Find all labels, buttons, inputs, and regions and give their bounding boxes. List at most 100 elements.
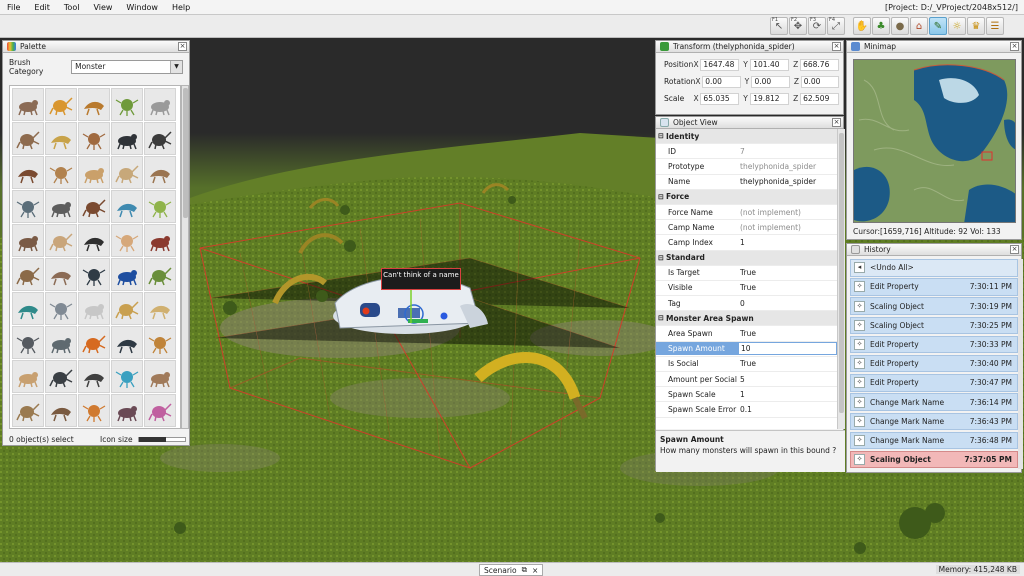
house-tool-button[interactable]: ⌂ xyxy=(910,17,928,35)
close-icon[interactable]: × xyxy=(178,42,187,51)
rotation-z-field[interactable]: 0.00 xyxy=(800,75,840,88)
brush-item[interactable] xyxy=(111,122,143,155)
brush-item[interactable] xyxy=(78,292,110,325)
brush-item[interactable] xyxy=(45,326,77,359)
brush-item[interactable] xyxy=(144,394,176,427)
property-value[interactable]: True xyxy=(738,268,837,277)
brush-item[interactable] xyxy=(12,88,44,121)
brush-tool-button[interactable]: ✎ xyxy=(929,17,947,35)
property-section[interactable]: ⊟ Monster Area Spawn xyxy=(656,311,837,327)
property-value[interactable]: thelyphonida_spider xyxy=(738,162,837,171)
property-value[interactable]: True xyxy=(738,329,837,338)
close-icon[interactable]: × xyxy=(1010,42,1019,51)
brush-item[interactable] xyxy=(111,394,143,427)
brush-item[interactable] xyxy=(12,122,44,155)
property-value[interactable]: 0.1 xyxy=(738,405,837,414)
property-row[interactable]: Prototype thelyphonida_spider xyxy=(656,159,837,175)
menu-tool[interactable]: Tool xyxy=(57,3,87,12)
brush-item[interactable] xyxy=(45,394,77,427)
brush-item[interactable] xyxy=(45,88,77,121)
brush-item[interactable] xyxy=(144,88,176,121)
brush-item[interactable] xyxy=(45,190,77,223)
brush-item[interactable] xyxy=(78,88,110,121)
scenario-tab[interactable]: Scenario ⧉ × xyxy=(479,564,543,576)
property-row[interactable]: ID 7 xyxy=(656,144,837,160)
property-value[interactable]: 1 xyxy=(738,238,837,247)
brush-item[interactable] xyxy=(45,360,77,393)
brush-item[interactable] xyxy=(144,360,176,393)
brush-item[interactable] xyxy=(12,360,44,393)
history-item[interactable]: ◂ <Undo All> xyxy=(850,259,1018,277)
dock-icon[interactable]: ⧉ xyxy=(522,565,527,575)
menu-file[interactable]: File xyxy=(0,3,27,12)
scale-z-field[interactable]: 62.509 xyxy=(800,92,839,105)
property-row[interactable]: Camp Index 1 xyxy=(656,235,837,251)
rock-tool-button[interactable]: ● xyxy=(891,17,909,35)
property-row[interactable]: Spawn Scale Error 0.1 xyxy=(656,402,837,418)
property-row[interactable]: Visible True xyxy=(656,281,837,297)
brush-item[interactable] xyxy=(144,326,176,359)
property-value[interactable]: (not implement) xyxy=(738,208,837,217)
brush-item[interactable] xyxy=(12,394,44,427)
property-row[interactable]: Camp Name (not implement) xyxy=(656,220,837,236)
collapse-icon[interactable]: ⊟ xyxy=(658,132,666,140)
property-row[interactable]: Name thelyphonida_spider xyxy=(656,175,837,190)
property-value[interactable]: 7 xyxy=(738,147,837,156)
object-view-titlebar[interactable]: Object View × xyxy=(656,117,843,129)
history-item[interactable]: ✧ Change Mark Name 7:36:14 PM xyxy=(850,393,1018,411)
position-x-field[interactable]: 1647.48 xyxy=(700,58,740,71)
brush-item[interactable] xyxy=(45,156,77,189)
hand-tool-button[interactable]: ✋ xyxy=(853,17,871,35)
brush-item[interactable] xyxy=(111,360,143,393)
brush-item[interactable] xyxy=(78,224,110,257)
history-item[interactable]: ✧ Edit Property 7:30:11 PM xyxy=(850,278,1018,296)
close-icon[interactable]: × xyxy=(1010,245,1019,254)
collapse-icon[interactable]: ⊟ xyxy=(658,254,666,262)
transform-titlebar[interactable]: Transform (thelyphonida_spider) × xyxy=(656,41,843,53)
brush-item[interactable] xyxy=(144,292,176,325)
history-titlebar[interactable]: History × xyxy=(847,244,1021,256)
history-item[interactable]: ✧ Edit Property 7:30:40 PM xyxy=(850,354,1018,373)
brush-item[interactable] xyxy=(78,326,110,359)
brush-item[interactable] xyxy=(111,224,143,257)
brush-item[interactable] xyxy=(111,258,143,291)
brush-item[interactable] xyxy=(144,224,176,257)
palette-scrollbar[interactable] xyxy=(181,85,189,429)
history-scrollbar[interactable] xyxy=(1018,259,1023,469)
brush-item[interactable] xyxy=(144,156,176,189)
brush-item[interactable] xyxy=(78,156,110,189)
property-row[interactable]: Is Target True xyxy=(656,266,837,281)
chevron-down-icon[interactable]: ▼ xyxy=(170,61,182,73)
brush-item[interactable] xyxy=(12,292,44,325)
brush-item[interactable] xyxy=(111,190,143,223)
property-value[interactable]: 0 xyxy=(738,299,837,308)
scale-y-field[interactable]: 19.812 xyxy=(750,92,790,105)
trophy-tool-button[interactable]: ♛ xyxy=(967,17,985,35)
history-item[interactable]: ✧ Scaling Object 7:30:19 PM xyxy=(850,297,1018,315)
minimap-view[interactable] xyxy=(853,59,1016,223)
property-value[interactable]: True xyxy=(738,283,837,292)
brush-item[interactable] xyxy=(45,292,77,325)
brush-item[interactable] xyxy=(78,258,110,291)
property-row[interactable]: Spawn Scale 1 xyxy=(656,387,837,403)
menu-help[interactable]: Help xyxy=(165,3,197,12)
property-row[interactable]: Spawn Amount 10 xyxy=(656,342,837,357)
collapse-icon[interactable]: ⊟ xyxy=(658,193,666,201)
brush-item[interactable] xyxy=(111,326,143,359)
brush-item[interactable] xyxy=(12,190,44,223)
select-tool-button[interactable]: F1 ↖ xyxy=(770,17,788,35)
menu-edit[interactable]: Edit xyxy=(27,3,57,12)
property-section[interactable]: ⊟ Identity xyxy=(656,129,837,145)
brush-item[interactable] xyxy=(111,88,143,121)
slider-fill[interactable] xyxy=(138,437,167,442)
history-item[interactable]: ✧ Scaling Object 7:37:05 PM xyxy=(850,450,1018,469)
property-row[interactable]: Tag 0 xyxy=(656,296,837,312)
property-section[interactable]: ⊟ Force xyxy=(656,189,837,205)
property-row[interactable]: Area Spawn True xyxy=(656,326,837,342)
property-row[interactable]: Is Social True xyxy=(656,357,837,372)
history-item[interactable]: ✧ Edit Property 7:30:33 PM xyxy=(850,335,1018,354)
property-value[interactable]: thelyphonida_spider xyxy=(738,177,837,186)
move-tool-button[interactable]: F2 ✥ xyxy=(789,17,807,35)
brush-category-select[interactable]: Monster ▼ xyxy=(71,60,183,74)
menu-view[interactable]: View xyxy=(86,3,119,12)
